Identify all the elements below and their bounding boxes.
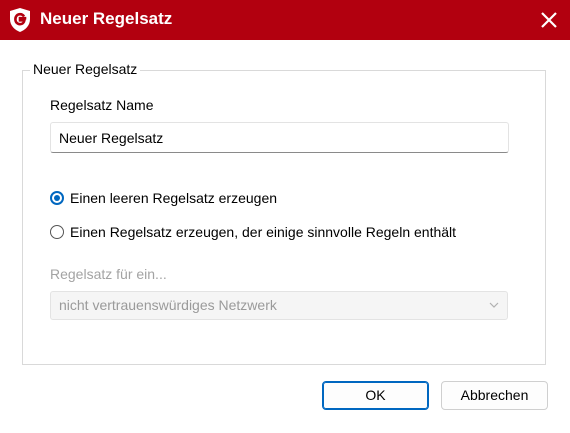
network-type-label: Regelsatz für ein... xyxy=(50,266,167,282)
radio-sensible-rules-label: Einen Regelsatz erzeugen, der einige sin… xyxy=(70,224,457,240)
ruleset-groupbox xyxy=(22,70,546,365)
chevron-down-icon xyxy=(489,302,499,308)
radio-button-unchecked[interactable] xyxy=(50,225,64,239)
close-icon[interactable] xyxy=(534,5,564,35)
cancel-button[interactable]: Abbrechen xyxy=(441,381,548,410)
radio-sensible-rules[interactable]: Einen Regelsatz erzeugen, der einige sin… xyxy=(50,222,456,242)
network-type-select[interactable]: nicht vertrauenswürdiges Netzwerk xyxy=(50,291,508,320)
radio-empty-ruleset-label: Einen leeren Regelsatz erzeugen xyxy=(70,190,278,206)
ruleset-name-input[interactable] xyxy=(50,122,509,153)
radio-button-checked[interactable] xyxy=(50,191,64,205)
radio-empty-ruleset[interactable]: Einen leeren Regelsatz erzeugen xyxy=(50,188,277,208)
title-bar: Neuer Regelsatz xyxy=(0,0,570,40)
groupbox-legend: Neuer Regelsatz xyxy=(30,61,141,77)
ok-button[interactable]: OK xyxy=(322,381,429,410)
window-title: Neuer Regelsatz xyxy=(40,9,173,28)
network-type-selected-value: nicht vertrauenswürdiges Netzwerk xyxy=(59,297,277,313)
ruleset-name-label: Regelsatz Name xyxy=(50,97,154,113)
gdata-shield-icon xyxy=(10,8,30,32)
